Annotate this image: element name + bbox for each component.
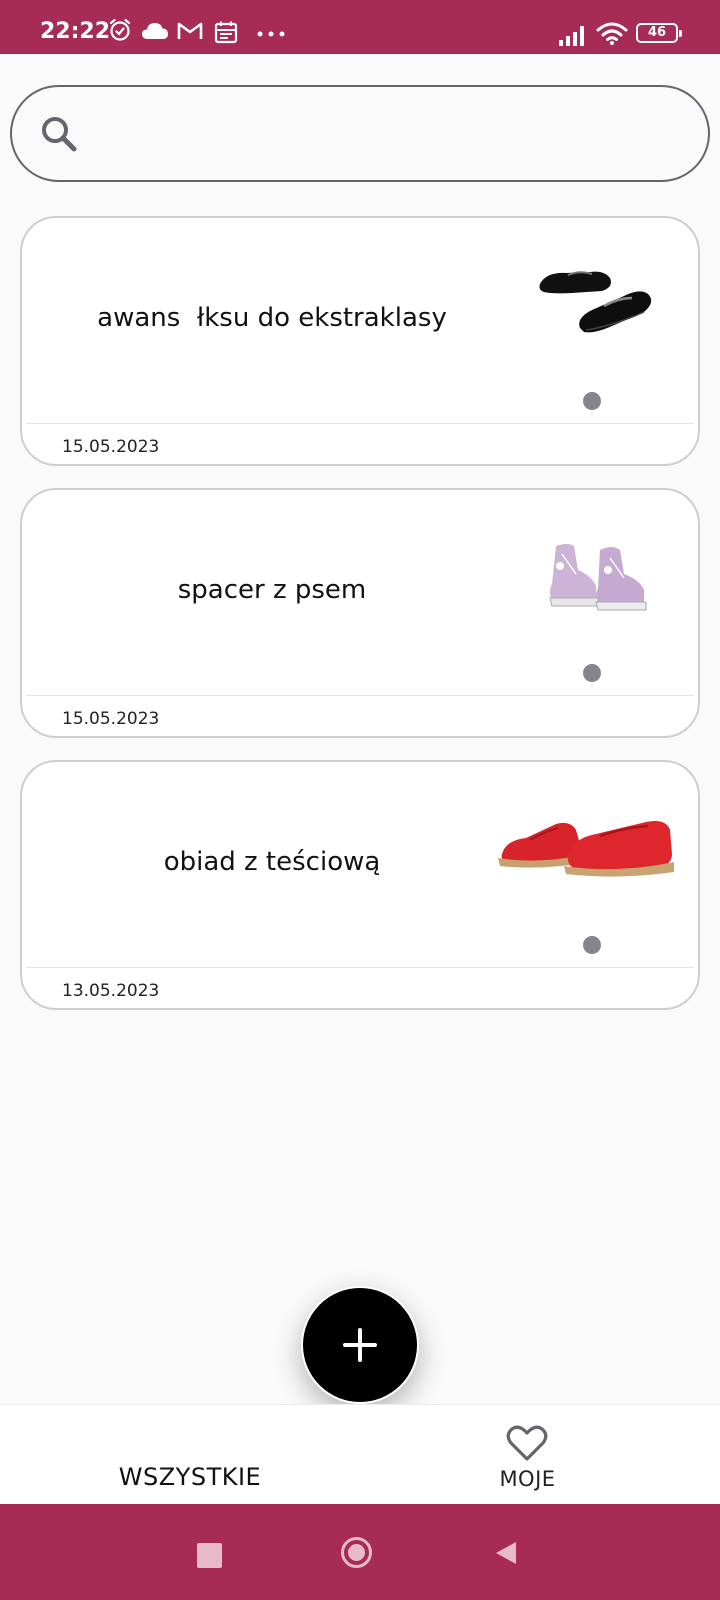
back-icon[interactable] bbox=[494, 1540, 518, 1566]
note-date: 15.05.2023 bbox=[62, 709, 160, 729]
divider bbox=[26, 695, 694, 696]
status-time: 22:22 bbox=[40, 19, 111, 44]
tab-mine[interactable]: MOJE bbox=[440, 1405, 615, 1505]
note-date: 13.05.2023 bbox=[62, 981, 160, 1001]
bottom-tab-bar: WSZYSTKIE MOJE bbox=[0, 1404, 720, 1505]
signal-icon bbox=[559, 26, 584, 46]
lilac-sneakers-image bbox=[549, 544, 647, 611]
divider bbox=[26, 423, 694, 424]
recent-apps-icon[interactable] bbox=[197, 1543, 222, 1568]
status-bar: 22:22 46 bbox=[0, 0, 720, 54]
note-card[interactable]: obiad z teściową 13.05.2023 bbox=[20, 760, 700, 1010]
divider bbox=[26, 967, 694, 968]
note-date: 15.05.2023 bbox=[62, 437, 160, 457]
note-card[interactable]: awans łksu do ekstraklasy 15.05.2023 bbox=[20, 216, 700, 466]
more-dots-icon bbox=[257, 31, 285, 37]
gmail-icon bbox=[177, 22, 203, 39]
system-nav-bar bbox=[0, 1504, 720, 1600]
plus-icon bbox=[343, 1328, 377, 1362]
tab-mine-label: MOJE bbox=[499, 1467, 556, 1491]
tab-all-label: WSZYSTKIE bbox=[118, 1463, 262, 1491]
black-dress-shoes-image bbox=[539, 271, 652, 333]
heart-icon bbox=[506, 1425, 548, 1461]
calendar-icon bbox=[214, 21, 238, 44]
status-dot bbox=[583, 936, 601, 954]
note-title: obiad z teściową bbox=[163, 847, 381, 877]
add-note-button[interactable] bbox=[301, 1286, 419, 1404]
search-input[interactable] bbox=[98, 109, 682, 161]
note-title: awans łksu do ekstraklasy bbox=[97, 303, 447, 333]
note-title: spacer z psem bbox=[177, 575, 367, 605]
status-dot bbox=[583, 392, 601, 410]
cloud-icon bbox=[142, 23, 168, 39]
red-loafers-image bbox=[498, 821, 674, 877]
search-icon bbox=[42, 117, 77, 152]
status-dot bbox=[583, 664, 601, 682]
battery-icon: 46 bbox=[636, 23, 682, 43]
tab-all[interactable]: WSZYSTKIE bbox=[70, 1405, 310, 1505]
alarm-icon bbox=[109, 18, 131, 41]
search-bar[interactable] bbox=[10, 85, 710, 182]
note-card[interactable]: spacer z psem 15.05.2023 bbox=[20, 488, 700, 738]
home-icon[interactable] bbox=[341, 1537, 372, 1568]
wifi-icon bbox=[596, 22, 628, 45]
